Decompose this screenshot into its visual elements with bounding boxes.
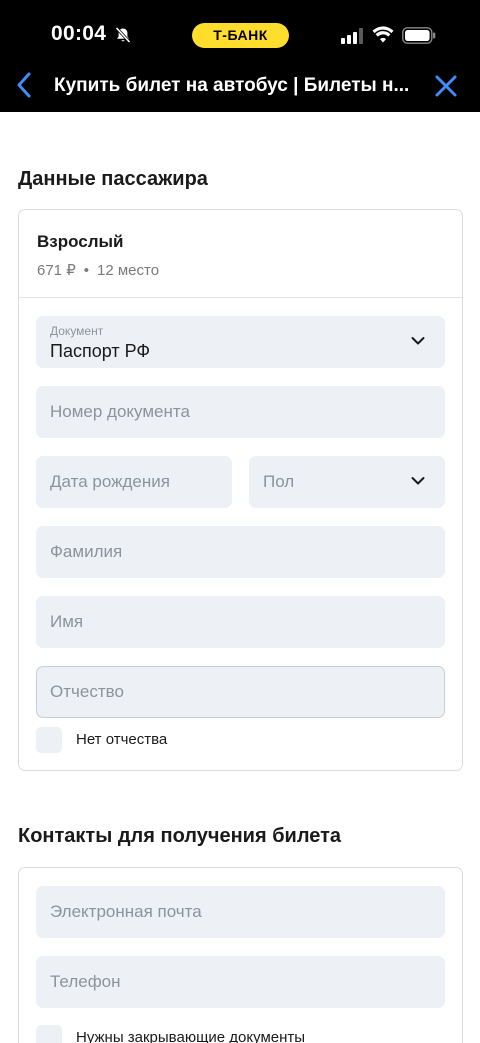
page-title: Купить билет на автобус | Билеты н...: [54, 75, 410, 96]
passenger-info: 671 ₽ • 12 место: [37, 261, 159, 279]
no-middle-name-label[interactable]: Нет отчества: [76, 731, 167, 748]
document-type-value: Паспорт РФ: [50, 341, 151, 361]
status-time: 00:04: [51, 22, 107, 45]
ticket-price: 671 ₽: [37, 262, 76, 279]
phone-placeholder: Телефон: [50, 972, 121, 991]
battery-icon: [402, 27, 436, 44]
birth-date-field[interactable]: Дата рождения: [36, 456, 232, 508]
document-type-label: Документ: [50, 324, 104, 338]
info-separator: •: [83, 262, 90, 279]
last-name-placeholder: Фамилия: [50, 542, 123, 561]
document-type-select[interactable]: Документ Паспорт РФ: [36, 316, 445, 368]
passenger-header: Взрослый 671 ₽ • 12 место: [19, 210, 462, 298]
document-number-placeholder: Номер документа: [50, 402, 190, 421]
chevron-left-icon[interactable]: [14, 72, 36, 100]
middle-name-placeholder: Отчество: [50, 682, 124, 701]
last-name-field[interactable]: Фамилия: [36, 526, 445, 578]
contacts-section-title: Контакты для получения билета: [18, 825, 342, 847]
document-number-field[interactable]: Номер документа: [36, 386, 445, 438]
signal-icon: [341, 28, 363, 44]
no-middle-name-checkbox[interactable]: [36, 727, 62, 753]
status-bar: 00:04 Т-БАНК: [0, 0, 480, 72]
closing-documents-label[interactable]: Нужны закрывающие документы: [76, 1029, 305, 1043]
first-name-field[interactable]: Имя: [36, 596, 445, 648]
gender-select[interactable]: Пол: [249, 456, 445, 508]
phone-field[interactable]: Телефон: [36, 956, 445, 1008]
gender-placeholder: Пол: [263, 472, 295, 491]
first-name-placeholder: Имя: [50, 612, 84, 631]
middle-name-field[interactable]: Отчество: [36, 666, 445, 718]
wifi-icon: [372, 26, 394, 43]
bell-slash-icon: [115, 26, 131, 44]
seat-number: 12 место: [97, 262, 160, 279]
chevron-down-icon: [411, 477, 425, 485]
contacts-card: Электронная почта Телефон Нужны закрываю…: [18, 867, 463, 1043]
birth-date-placeholder: Дата рождения: [50, 472, 170, 491]
passenger-section-title: Данные пассажира: [18, 168, 208, 190]
passenger-type: Взрослый: [37, 232, 124, 251]
closing-documents-checkbox[interactable]: [36, 1025, 62, 1043]
email-field[interactable]: Электронная почта: [36, 886, 445, 938]
bank-badge[interactable]: Т-БАНК: [192, 23, 289, 48]
nav-bar: Купить билет на автобус | Билеты н...: [0, 72, 480, 112]
chevron-down-icon: [411, 337, 425, 345]
email-placeholder: Электронная почта: [50, 902, 202, 921]
passenger-card: Взрослый 671 ₽ • 12 место Документ Паспорт…: [18, 209, 463, 771]
close-icon[interactable]: [434, 74, 458, 98]
